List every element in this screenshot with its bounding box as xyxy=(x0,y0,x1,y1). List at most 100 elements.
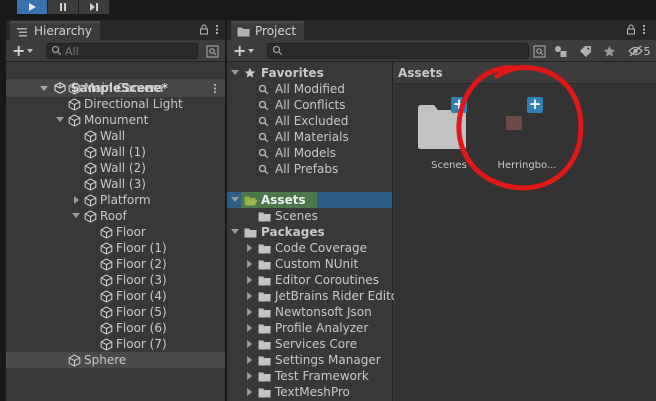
folder-icon xyxy=(237,27,250,37)
hierarchy-row[interactable]: Wall (3) xyxy=(6,176,225,192)
hierarchy-row[interactable]: Wall (1) xyxy=(6,144,225,160)
folder-tree-row[interactable]: Code Coverage xyxy=(227,240,392,256)
folder-tree-label: Code Coverage xyxy=(275,241,368,255)
fold-arrow-collapsed[interactable] xyxy=(74,196,79,204)
filter-by-type-button[interactable] xyxy=(553,43,569,59)
folder-tree-label: All Conflicts xyxy=(275,98,346,112)
search-by-scene-button[interactable] xyxy=(531,43,547,59)
fold-arrow-collapsed[interactable] xyxy=(247,340,252,348)
folder-tree-row[interactable]: All Conflicts xyxy=(227,97,392,113)
folder-tree-row[interactable]: Profile Analyzer xyxy=(227,320,392,336)
hierarchy-tab[interactable]: Hierarchy xyxy=(10,21,101,40)
gameobject-cube-icon xyxy=(100,322,113,335)
hierarchy-row[interactable]: Floor xyxy=(6,224,225,240)
play-button[interactable] xyxy=(17,0,48,14)
fold-arrow-expanded[interactable] xyxy=(56,117,64,122)
hierarchy-search[interactable] xyxy=(46,43,198,59)
gameobject-cube-icon xyxy=(100,306,113,319)
filter-by-label-button[interactable] xyxy=(577,43,593,59)
lock-icon[interactable] xyxy=(626,24,636,35)
hierarchy-search-input[interactable] xyxy=(65,44,185,58)
fold-arrow-collapsed[interactable] xyxy=(247,292,252,300)
search-icon xyxy=(272,45,283,56)
hidden-packages-button[interactable]: 5 xyxy=(625,43,653,59)
fold-arrow-collapsed[interactable] xyxy=(247,324,252,332)
folder-tree-label: JetBrains Rider Editor xyxy=(275,289,404,303)
folder-tree-row[interactable]: Settings Manager xyxy=(227,352,392,368)
folder-tree-label: Services Core xyxy=(275,337,358,351)
asset-name: Scenes xyxy=(431,160,467,171)
folder-tree-row[interactable]: All Modified xyxy=(227,81,392,97)
project-search[interactable] xyxy=(267,43,529,59)
fold-arrow-expanded[interactable] xyxy=(231,197,239,202)
create-button[interactable]: + xyxy=(12,42,25,59)
folder-tree-row[interactable]: Favorites xyxy=(227,65,392,81)
hierarchy-row[interactable]: Floor (2) xyxy=(6,256,225,272)
fold-arrow-expanded[interactable] xyxy=(231,229,239,234)
hierarchy-row[interactable]: Floor (5) xyxy=(6,304,225,320)
hierarchy-row[interactable]: Floor (7) xyxy=(6,336,225,352)
fold-arrow-collapsed[interactable] xyxy=(247,356,252,364)
folder-tree-row[interactable]: Assets xyxy=(227,192,392,208)
kebab-menu-icon[interactable] xyxy=(215,24,219,35)
hierarchy-row[interactable]: Roof xyxy=(6,208,225,224)
create-dropdown-icon[interactable] xyxy=(27,49,33,53)
search-icon xyxy=(51,45,62,56)
folder-tree-row[interactable]: All Models xyxy=(227,145,392,161)
hierarchy-row[interactable]: Floor (4) xyxy=(6,288,225,304)
fold-arrow-collapsed[interactable] xyxy=(247,372,252,380)
fold-arrow-collapsed[interactable] xyxy=(247,260,252,268)
gameobject-cube-icon xyxy=(100,338,113,351)
fold-arrow-collapsed[interactable] xyxy=(247,388,252,396)
hierarchy-row[interactable]: Main Camera xyxy=(6,80,225,96)
add-scene-badge[interactable]: + xyxy=(451,97,467,113)
folder-tree-label: Favorites xyxy=(261,66,324,80)
hierarchy-row[interactable]: Floor (3) xyxy=(6,272,225,288)
hierarchy-row[interactable]: Directional Light xyxy=(6,96,225,112)
folder-tree-row[interactable]: Editor Coroutines xyxy=(227,272,392,288)
fold-arrow-collapsed[interactable] xyxy=(247,244,252,252)
folder-tree-label: Packages xyxy=(261,225,325,239)
hierarchy-row[interactable]: Wall (2) xyxy=(6,160,225,176)
folder-tree-row[interactable]: Newtonsoft Json xyxy=(227,304,392,320)
hierarchy-row[interactable]: Floor (1) xyxy=(6,240,225,256)
hierarchy-row[interactable]: Platform xyxy=(6,192,225,208)
pause-button[interactable] xyxy=(48,0,79,14)
folder-tree-row[interactable]: All Prefabs xyxy=(227,161,392,177)
gameobject-cube-icon xyxy=(84,130,97,143)
fold-arrow-expanded[interactable] xyxy=(231,70,239,75)
folder-tree-label: Profile Analyzer xyxy=(275,321,369,335)
favorites-button[interactable] xyxy=(601,43,617,59)
folder-tree-row[interactable]: All Materials xyxy=(227,129,392,145)
fold-arrow-expanded[interactable] xyxy=(72,213,80,218)
create-asset-button[interactable]: + xyxy=(233,42,246,59)
hierarchy-row[interactable]: Monument xyxy=(6,112,225,128)
folder-tree-row[interactable]: All Excluded xyxy=(227,113,392,129)
fold-arrow-collapsed[interactable] xyxy=(247,276,252,284)
search-mode-button[interactable] xyxy=(204,43,220,59)
shapes-icon xyxy=(555,45,567,57)
folder-tree-row[interactable]: TextMeshPro xyxy=(227,384,392,400)
folder-tree-row[interactable]: Packages xyxy=(227,224,392,240)
search-icon xyxy=(258,84,269,95)
gameobject-cube-icon xyxy=(84,146,97,159)
project-search-input[interactable] xyxy=(286,44,494,58)
hierarchy-row[interactable]: Sphere xyxy=(6,352,225,368)
folder-tree-row[interactable]: Test Framework xyxy=(227,368,392,384)
folder-tree-row[interactable]: Custom NUnit xyxy=(227,256,392,272)
lock-icon[interactable] xyxy=(199,24,209,35)
kebab-menu-icon[interactable] xyxy=(642,24,646,35)
star-icon xyxy=(244,67,256,78)
folder-tree-row[interactable]: Scenes xyxy=(227,208,392,224)
fold-arrow-collapsed[interactable] xyxy=(247,308,252,316)
folder-icon xyxy=(258,244,271,254)
folder-tree-row[interactable]: Services Core xyxy=(227,336,392,352)
add-prefab-badge[interactable]: + xyxy=(527,97,543,113)
folder-tree-row[interactable]: JetBrains Rider Editor xyxy=(227,288,403,304)
project-tab[interactable]: Project xyxy=(231,21,305,40)
create-asset-dropdown-icon[interactable] xyxy=(248,49,254,53)
step-button[interactable] xyxy=(79,0,110,14)
hierarchy-row[interactable]: Wall xyxy=(6,128,225,144)
hierarchy-row[interactable]: Floor (6) xyxy=(6,320,225,336)
hierarchy-tab-label: Hierarchy xyxy=(34,24,93,38)
